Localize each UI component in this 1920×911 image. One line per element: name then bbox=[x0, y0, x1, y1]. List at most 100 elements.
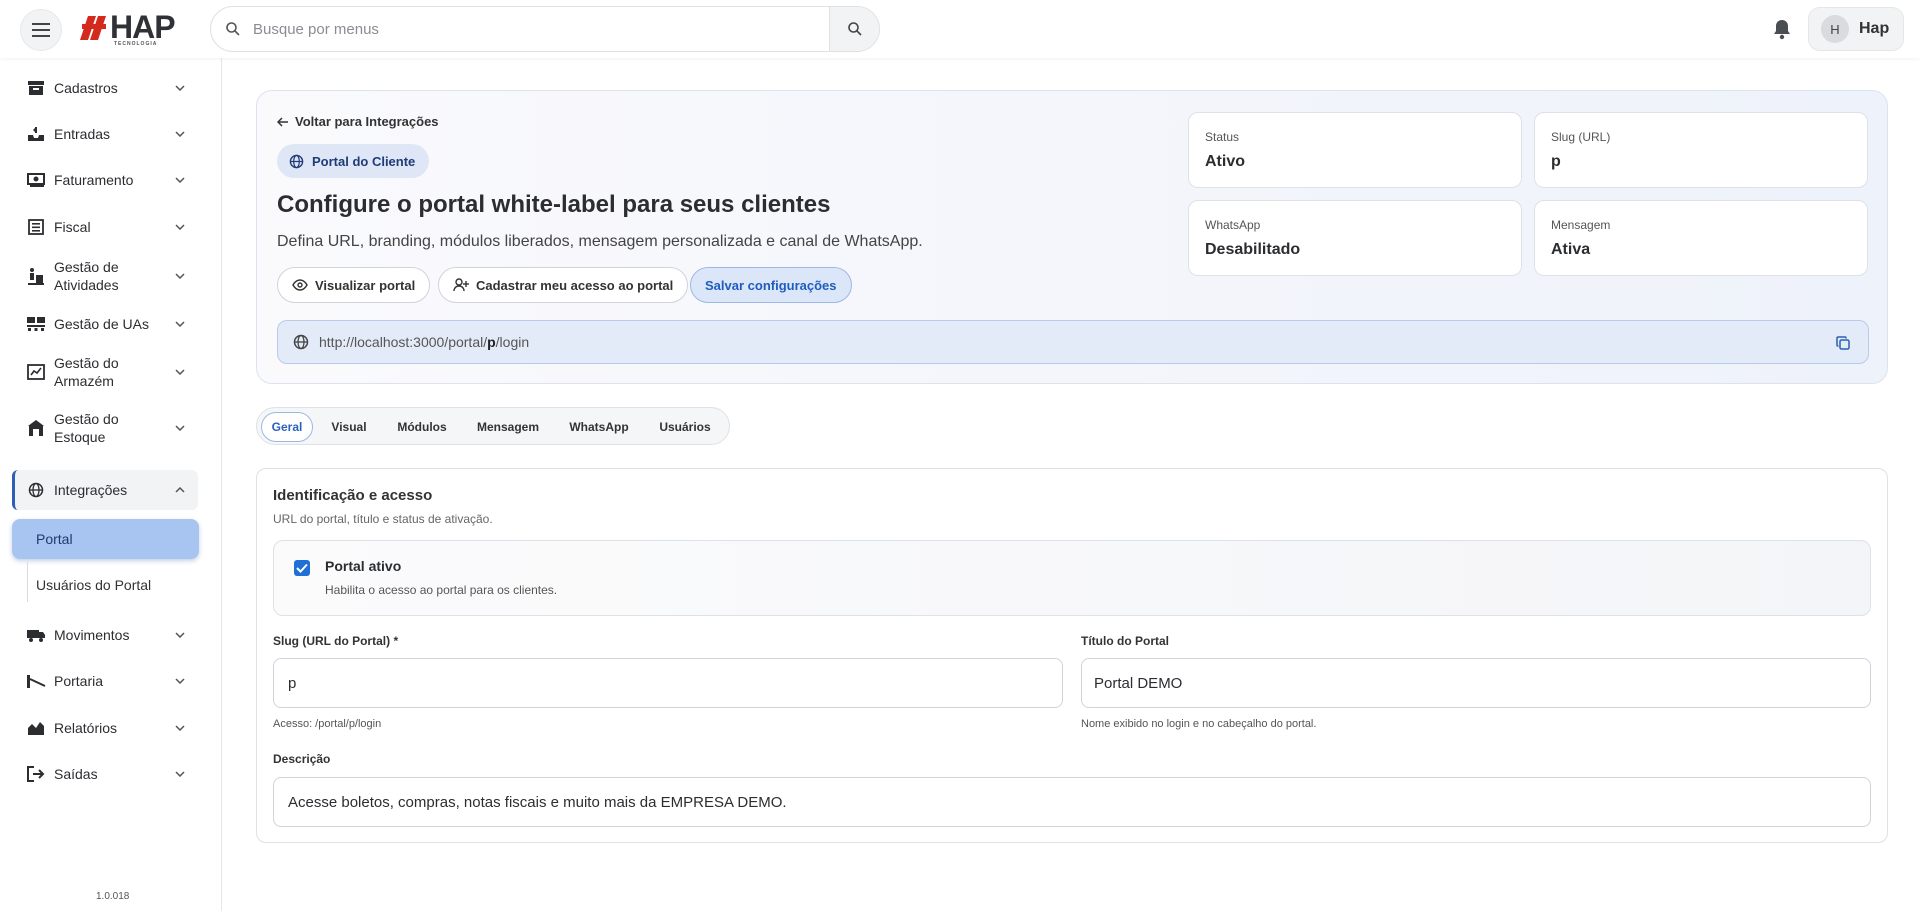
portal-url: http://localhost:3000/portal/p/login bbox=[319, 334, 529, 350]
archive-icon bbox=[26, 78, 46, 98]
chevron-down-icon bbox=[174, 366, 186, 378]
app-version: 1.0.018 bbox=[96, 891, 130, 902]
tab-geral[interactable]: Geral bbox=[261, 412, 313, 442]
page-title: Configure o portal white-label para seus… bbox=[277, 191, 831, 218]
store-icon bbox=[26, 418, 46, 438]
portal-active-label: Portal ativo bbox=[325, 558, 402, 574]
copy-icon[interactable] bbox=[1836, 336, 1850, 355]
sidebar-subitem-usuarios-portal[interactable]: Usuários do Portal bbox=[36, 577, 151, 593]
portal-active-card: Portal ativo Habilita o acesso ao portal… bbox=[273, 540, 1871, 616]
sidebar-item-faturamento[interactable]: Faturamento bbox=[12, 164, 198, 196]
save-settings-button[interactable]: Salvar configurações bbox=[690, 267, 852, 303]
portal-active-checkbox[interactable] bbox=[294, 560, 310, 576]
slug-field-label: Slug (URL do Portal) * bbox=[273, 634, 399, 648]
chevron-down-icon bbox=[174, 722, 186, 734]
search-input[interactable] bbox=[253, 7, 813, 51]
sidebar-item-gestao-uas[interactable]: Gestão de UAs bbox=[12, 308, 198, 340]
chevron-up-icon bbox=[174, 484, 186, 496]
logo-subtext: TECNOLOGIA bbox=[114, 41, 158, 47]
user-menu-button[interactable]: H Hap bbox=[1808, 7, 1904, 51]
sidebar-item-movimentos[interactable]: Movimentos bbox=[12, 619, 198, 651]
search-icon bbox=[226, 22, 240, 36]
slug-field-help: Acesso: /portal/p/login bbox=[273, 718, 382, 730]
gate-icon bbox=[26, 671, 46, 691]
tab-modulos[interactable]: Módulos bbox=[385, 412, 459, 442]
globe-icon bbox=[289, 154, 304, 168]
notifications-button[interactable] bbox=[1772, 18, 1792, 45]
sidebar-item-portaria[interactable]: Portaria bbox=[12, 665, 198, 697]
chevron-down-icon bbox=[174, 318, 186, 330]
save-settings-label: Salvar configurações bbox=[705, 277, 837, 293]
title-field[interactable]: Portal DEMO bbox=[1081, 658, 1871, 708]
avatar: H bbox=[1821, 15, 1849, 43]
stat-value: Desabilitado bbox=[1205, 241, 1301, 258]
bell-icon bbox=[1774, 20, 1790, 40]
register-access-button[interactable]: Cadastrar meu acesso ao portal bbox=[438, 267, 689, 303]
logo-text: HAP bbox=[110, 9, 176, 45]
sidebar-item-entradas[interactable]: Entradas bbox=[12, 118, 198, 150]
chevron-down-icon bbox=[174, 629, 186, 641]
stat-card-status: Status Ativo bbox=[1188, 112, 1522, 188]
stat-label: Slug (URL) bbox=[1551, 130, 1611, 144]
sidebar-item-label: Gestão do Estoque bbox=[54, 411, 119, 445]
sidebar-sub-divider bbox=[27, 562, 28, 602]
user-name: Hap bbox=[1859, 20, 1890, 37]
sidebar-item-label: Entradas bbox=[54, 126, 111, 142]
search-box bbox=[210, 6, 880, 52]
exit-icon bbox=[26, 764, 46, 784]
sidebar-item-label: Movimentos bbox=[54, 627, 130, 643]
portal-header-card: Voltar para Integrações Portal do Client… bbox=[256, 90, 1888, 384]
search-icon bbox=[847, 22, 862, 36]
title-field-label: Título do Portal bbox=[1081, 634, 1169, 648]
sidebar-item-saidas[interactable]: Saídas bbox=[12, 758, 198, 790]
chevron-down-icon bbox=[174, 768, 186, 780]
sidebar-item-label: Gestão do Armazém bbox=[54, 355, 119, 389]
sidebar-subitem-portal[interactable]: Portal bbox=[12, 519, 199, 559]
sidebar-item-gestao-atividades[interactable]: Gestão de Atividades bbox=[12, 254, 198, 298]
eye-icon bbox=[292, 279, 308, 291]
sidebar-item-integracoes[interactable]: Integrações bbox=[12, 470, 198, 510]
portal-url-suffix: /login bbox=[495, 334, 530, 350]
page-subtitle: Defina URL, branding, módulos liberados,… bbox=[277, 233, 923, 250]
tab-whatsapp[interactable]: WhatsApp bbox=[557, 412, 641, 442]
stat-value: Ativa bbox=[1551, 241, 1591, 258]
sidebar-item-label: Portaria bbox=[54, 673, 104, 689]
sidebar-item-label: Integrações bbox=[54, 482, 128, 498]
view-portal-button[interactable]: Visualizar portal bbox=[277, 267, 431, 303]
title-field-help: Nome exibido no login e no cabeçalho do … bbox=[1081, 718, 1317, 730]
menu-toggle-button[interactable] bbox=[20, 9, 62, 51]
portal-active-help: Habilita o acesso ao portal para os clie… bbox=[325, 583, 558, 597]
sidebar-item-fiscal[interactable]: Fiscal bbox=[12, 211, 198, 243]
sidebar-item-gestao-estoque[interactable]: Gestão do Estoque bbox=[12, 406, 198, 450]
section-subtitle: URL do portal, título e status de ativaç… bbox=[273, 512, 493, 526]
chevron-down-icon bbox=[174, 128, 186, 140]
sidebar-item-gestao-armazem[interactable]: Gestão do Armazém bbox=[12, 350, 198, 394]
sidebar-subitem-label: Portal bbox=[36, 531, 73, 547]
portal-badge-label: Portal do Cliente bbox=[312, 153, 416, 169]
sidebar-item-label: Saídas bbox=[54, 766, 98, 782]
tab-usuarios[interactable]: Usuários bbox=[649, 412, 721, 442]
search-button[interactable] bbox=[829, 7, 879, 51]
stat-value: Ativo bbox=[1205, 153, 1245, 170]
sidebar-item-relatorios[interactable]: Relatórios bbox=[12, 712, 198, 744]
sidebar-item-cadastros[interactable]: Cadastros bbox=[12, 72, 198, 104]
warehouse-chart-icon bbox=[26, 362, 46, 382]
sidebar-item-label: Relatórios bbox=[54, 720, 118, 736]
inbox-icon bbox=[26, 124, 46, 144]
tab-mensagem[interactable]: Mensagem bbox=[466, 412, 550, 442]
stat-card-mensagem: Mensagem Ativa bbox=[1534, 200, 1868, 276]
slug-field[interactable]: p bbox=[273, 658, 1063, 708]
arrow-left-icon bbox=[277, 116, 288, 127]
sidebar-item-label: Gestão de Atividades bbox=[54, 259, 119, 293]
portal-url-prefix: http://localhost:3000/portal/ bbox=[319, 334, 488, 350]
logo[interactable]: HAP TECNOLOGIA bbox=[76, 9, 176, 47]
register-access-label: Cadastrar meu acesso ao portal bbox=[476, 277, 674, 293]
stat-label: Mensagem bbox=[1551, 218, 1611, 232]
section-title: Identificação e acesso bbox=[273, 487, 433, 504]
money-icon bbox=[26, 170, 46, 190]
stat-value: p bbox=[1551, 153, 1561, 170]
tab-visual[interactable]: Visual bbox=[321, 412, 377, 442]
sidebar-item-label: Gestão de UAs bbox=[54, 316, 149, 332]
back-link[interactable]: Voltar para Integrações bbox=[277, 114, 439, 129]
description-field[interactable]: Acesse boletos, compras, notas fiscais e… bbox=[273, 777, 1871, 827]
